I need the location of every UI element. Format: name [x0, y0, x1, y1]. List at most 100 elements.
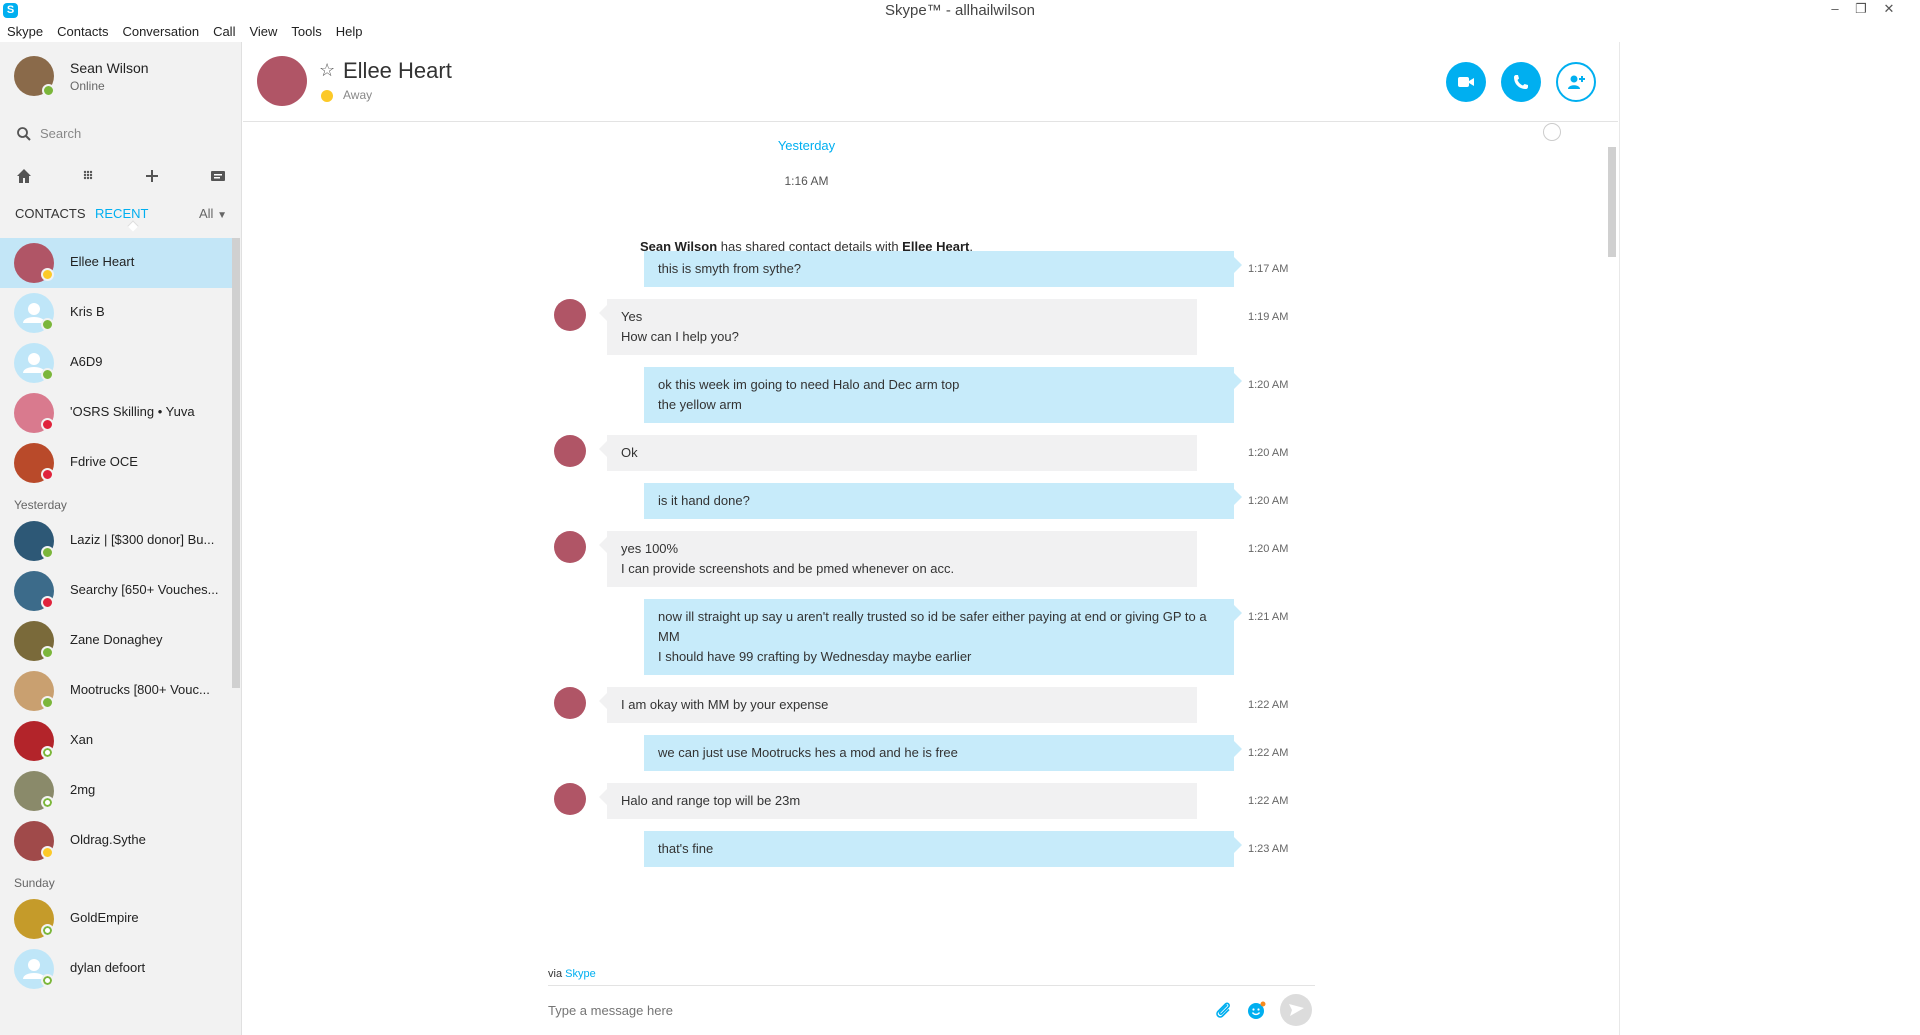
sender-avatar[interactable]: [554, 299, 586, 331]
message-time: 1:22 AM: [1248, 747, 1289, 759]
contact-item[interactable]: Mootrucks [800+ Vouc...: [0, 666, 232, 716]
globe-icon[interactable]: [1543, 123, 1561, 141]
sender-avatar[interactable]: [554, 435, 586, 467]
contact-name: Ellee Heart: [70, 254, 135, 269]
contact-item[interactable]: Laziz | [$300 donor] Bu...: [0, 516, 232, 566]
message-time: 1:22 AM: [1248, 795, 1289, 807]
message-time: 1:20 AM: [1248, 379, 1289, 391]
day-time: 1:16 AM: [784, 174, 829, 188]
offline-status-icon: [41, 796, 54, 809]
menu-conversation[interactable]: Conversation: [115, 22, 206, 42]
contact-name: Xan: [70, 732, 94, 747]
outgoing-message[interactable]: is it hand done?: [644, 483, 1242, 519]
tab-contacts[interactable]: CONTACTS: [15, 206, 86, 221]
home-icon[interactable]: [14, 166, 34, 186]
contacts-card-icon[interactable]: [208, 166, 228, 186]
contact-name: Mootrucks [800+ Vouc...: [70, 682, 210, 697]
outgoing-message[interactable]: now ill straight up say u aren't really …: [644, 599, 1242, 675]
outgoing-message[interactable]: this is smyth from sythe?: [644, 251, 1242, 287]
outgoing-message[interactable]: that's fine: [644, 831, 1242, 867]
contact-item[interactable]: 2mg: [0, 766, 232, 816]
dialpad-icon[interactable]: [78, 166, 98, 186]
contact-group-header: Sunday: [14, 876, 55, 890]
my-status[interactable]: Online: [70, 79, 105, 93]
close-icon[interactable]: ✕: [1876, 0, 1902, 20]
message-line: Halo and range top will be 23m: [621, 793, 801, 808]
contact-item[interactable]: Xan: [0, 716, 232, 766]
video-call-button[interactable]: [1446, 62, 1486, 102]
sender-avatar[interactable]: [554, 783, 586, 815]
search-box[interactable]: Search: [14, 122, 224, 146]
incoming-message[interactable]: Yes How can I help you?: [599, 299, 1197, 355]
search-input[interactable]: Search: [40, 126, 81, 141]
contact-item[interactable]: GoldEmpire: [0, 894, 232, 944]
via-skype-link[interactable]: Skype: [565, 968, 596, 980]
day-separator: Yesterday: [777, 138, 836, 153]
contact-item[interactable]: A6D9: [0, 338, 232, 388]
outgoing-message[interactable]: we can just use Mootrucks hes a mod and …: [644, 735, 1242, 771]
contact-item[interactable]: Searchy [650+ Vouches...: [0, 566, 232, 616]
menu-help[interactable]: Help: [329, 22, 370, 42]
favorite-star-icon[interactable]: ☆: [319, 60, 335, 81]
contact-name: Kris B: [70, 304, 105, 319]
add-people-button[interactable]: [1556, 62, 1596, 102]
contact-item[interactable]: Zane Donaghey: [0, 616, 232, 666]
contact-avatar[interactable]: [257, 56, 307, 106]
sender-avatar[interactable]: [554, 531, 586, 563]
sidebar-scrollbar[interactable]: [232, 238, 240, 688]
incoming-message[interactable]: Halo and range top will be 23m: [599, 783, 1197, 819]
menu-skype[interactable]: Skype: [0, 22, 50, 42]
filter-label: All: [199, 206, 214, 221]
message-input[interactable]: [548, 998, 1188, 1022]
contact-item[interactable]: Oldrag.Sythe: [0, 816, 232, 866]
incoming-message[interactable]: yes 100% I can provide screenshots and be…: [599, 531, 1197, 587]
emoticon-icon[interactable]: [1245, 999, 1267, 1021]
window-title: Skype™ - allhailwilson: [884, 2, 1036, 19]
contact-name: 2mg: [70, 782, 96, 797]
via-label: via Skype: [548, 968, 596, 980]
message-line: Ok: [621, 445, 638, 460]
offline-status-icon: [41, 746, 54, 759]
message-time: 1:19 AM: [1248, 311, 1289, 323]
message-time: 1:23 AM: [1248, 843, 1289, 855]
tab-recent[interactable]: RECENT: [95, 206, 148, 221]
right-pane: [1619, 42, 1920, 1035]
contact-item[interactable]: dylan defoort: [0, 944, 232, 994]
away-status-icon: [41, 268, 54, 281]
online-status-icon: [41, 368, 54, 381]
menu-contacts[interactable]: Contacts: [50, 22, 115, 42]
contact-item[interactable]: 'OSRS Skilling • Yuva: [0, 388, 232, 438]
filter-dropdown[interactable]: All ▼: [199, 206, 227, 221]
send-button[interactable]: [1280, 994, 1312, 1026]
menu-call[interactable]: Call: [206, 22, 242, 42]
message-line: the yellow arm: [658, 397, 742, 412]
menu-tools[interactable]: Tools: [284, 22, 328, 42]
via-prefix: via: [548, 968, 566, 980]
away-status-icon: [321, 90, 333, 102]
chat-scrollbar[interactable]: [1608, 147, 1616, 257]
contact-tabs: CONTACTS RECENT All ▼: [14, 202, 229, 232]
phone-icon: [1514, 75, 1528, 89]
composer-divider: [548, 985, 1315, 986]
incoming-message[interactable]: I am okay with MM by your expense: [599, 687, 1197, 723]
sidebar: Sean Wilson Online Search CONTACTS RECEN…: [0, 42, 242, 1035]
message-time: 1:20 AM: [1248, 447, 1289, 459]
contact-item[interactable]: Ellee Heart: [0, 238, 232, 288]
contact-name: GoldEmpire: [70, 910, 139, 925]
restore-icon[interactable]: ❐: [1848, 0, 1874, 20]
my-name[interactable]: Sean Wilson: [70, 60, 149, 76]
contact-name: A6D9: [70, 354, 103, 369]
minimize-icon[interactable]: –: [1822, 0, 1848, 20]
contact-name[interactable]: Ellee Heart: [343, 58, 452, 84]
offline-status-icon: [41, 974, 54, 987]
attachment-icon[interactable]: [1212, 999, 1234, 1021]
incoming-message[interactable]: Ok: [599, 435, 1197, 471]
outgoing-message[interactable]: ok this week im going to need Halo and D…: [644, 367, 1242, 423]
menu-view[interactable]: View: [242, 22, 284, 42]
contact-item[interactable]: Kris B: [0, 288, 232, 338]
sender-avatar[interactable]: [554, 687, 586, 719]
add-icon[interactable]: [142, 166, 162, 186]
online-status-icon: [41, 318, 54, 331]
contact-item[interactable]: Fdrive OCE: [0, 438, 232, 488]
audio-call-button[interactable]: [1501, 62, 1541, 102]
